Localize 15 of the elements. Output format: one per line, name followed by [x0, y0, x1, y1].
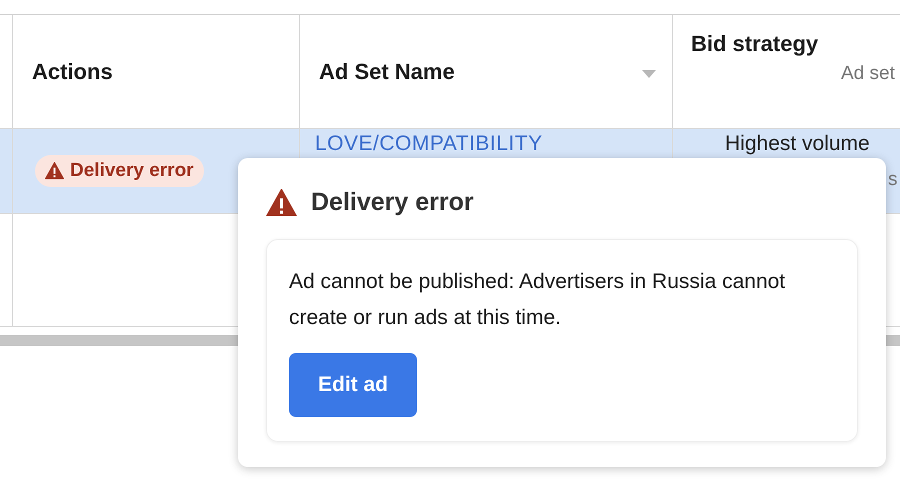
- table-cell: s: [888, 169, 898, 191]
- table-row[interactable]: [0, 129, 13, 214]
- warning-icon: [266, 188, 297, 216]
- table-cell: Highest volume: [725, 132, 870, 156]
- column-header[interactable]: Bid strategy: [691, 31, 818, 57]
- status-badge[interactable]: Delivery error: [35, 155, 204, 187]
- error-message: Ad cannot be published: Advertisers in Russia cannot create or run ads at this time.: [289, 269, 786, 331]
- column-header[interactable]: Actions: [32, 58, 113, 84]
- column-subheader: Ad set: [841, 63, 895, 85]
- popover-title: Delivery error: [311, 188, 474, 217]
- sort-caret-icon[interactable]: [642, 70, 656, 78]
- column-header[interactable]: Ad Set Name: [319, 58, 455, 84]
- edit-ad-button[interactable]: Edit ad: [289, 353, 418, 417]
- ad-set-link[interactable]: LOVE/COMPATIBILITY: [315, 132, 543, 156]
- warning-icon: [45, 162, 64, 180]
